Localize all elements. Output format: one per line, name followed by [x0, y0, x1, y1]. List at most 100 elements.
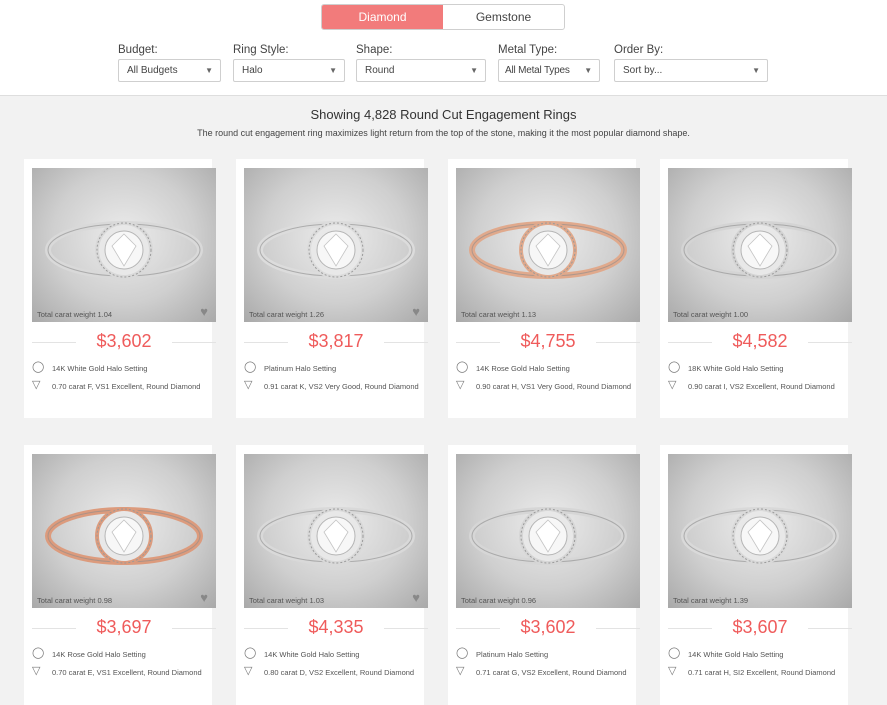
diamond-info: ▽ 0.91 carat K, VS2 Very Good, Round Dia…	[244, 379, 428, 393]
setting-info: ◯ 14K White Gold Halo Setting	[244, 647, 428, 661]
diamond-icon: ▽	[244, 379, 253, 391]
setting-info: ◯ Platinum Halo Setting	[456, 647, 640, 661]
diamond-icon: ▽	[456, 379, 465, 391]
price-row: $3,607	[668, 617, 852, 639]
favorite-heart-icon[interactable]: ♥	[412, 304, 420, 319]
carat-weight: Total carat weight 1.13	[461, 310, 537, 319]
diamond-icon: ▽	[32, 665, 41, 677]
product-card[interactable]: Total carat weight 0.98 ♥ $3,697 ◯ 14K R…	[24, 445, 216, 705]
diamond-info: ▽ 0.90 carat H, VS1 Very Good, Round Dia…	[456, 379, 640, 393]
ring-icon	[257, 507, 415, 565]
favorite-heart-icon[interactable]: ♥	[200, 590, 208, 605]
budget-value: All Budgets	[127, 65, 178, 76]
ring-image[interactable]: Total carat weight 1.03 ♥	[244, 454, 428, 608]
ring-setting-icon: ◯	[244, 647, 257, 659]
price-row: $3,697	[32, 617, 216, 639]
setting-info: ◯ 14K White Gold Halo Setting	[32, 361, 216, 375]
ring-style-filter: Ring Style: Halo ▼	[233, 44, 345, 82]
ring-style-select[interactable]: Halo ▼	[233, 59, 345, 82]
order-by-filter: Order By: Sort by... ▼	[614, 44, 768, 82]
setting-info: ◯ 14K Rose Gold Halo Setting	[456, 361, 640, 375]
divider	[384, 342, 428, 343]
budget-label: Budget:	[118, 44, 158, 56]
ring-setting-icon: ◯	[456, 361, 469, 373]
product-card[interactable]: Total carat weight 1.00 $4,582 ◯ 18K Whi…	[660, 159, 852, 418]
setting-text: 14K White Gold Halo Setting	[688, 650, 784, 659]
setting-text: 14K White Gold Halo Setting	[52, 364, 148, 373]
favorite-heart-icon[interactable]: ♥	[200, 304, 208, 319]
metal-type-filter: Metal Type: All Metal Types ▼	[498, 44, 600, 82]
ring-image[interactable]: Total carat weight 1.39	[668, 454, 852, 608]
carat-weight: Total carat weight 1.04	[37, 310, 113, 319]
diamond-info: ▽ 0.71 carat H, SI2 Excellent, Round Dia…	[668, 665, 852, 679]
carat-weight: Total carat weight 0.96	[461, 596, 537, 605]
ring-style-label: Ring Style:	[233, 44, 289, 56]
diamond-text: 0.90 carat I, VS2 Excellent, Round Diamo…	[688, 382, 835, 391]
carat-weight: Total carat weight 1.26	[249, 310, 325, 319]
diamond-text: 0.90 carat H, VS1 Very Good, Round Diamo…	[476, 382, 632, 391]
ring-image[interactable]: Total carat weight 1.00	[668, 168, 852, 322]
setting-text: 14K White Gold Halo Setting	[264, 650, 360, 659]
ring-icon	[45, 507, 203, 565]
setting-info: ◯ 14K White Gold Halo Setting	[668, 647, 852, 661]
divider	[172, 628, 216, 629]
product-card[interactable]: Total carat weight 1.26 ♥ $3,817 ◯ Plati…	[236, 159, 428, 418]
ring-icon	[257, 221, 415, 279]
ring-setting-icon: ◯	[32, 361, 45, 373]
diamond-info: ▽ 0.80 carat D, VS2 Excellent, Round Dia…	[244, 665, 428, 679]
order-by-value: Sort by...	[623, 65, 663, 76]
results-description: The round cut engagement ring maximizes …	[197, 128, 690, 138]
ring-image[interactable]: Total carat weight 0.98 ♥	[32, 454, 216, 608]
diamond-info: ▽ 0.70 carat E, VS1 Excellent, Round Dia…	[32, 665, 216, 679]
ring-icon	[469, 507, 627, 565]
setting-info: ◯ 18K White Gold Halo Setting	[668, 361, 852, 375]
price-row: $4,755	[456, 331, 640, 353]
ring-icon	[681, 221, 839, 279]
metal-type-select[interactable]: All Metal Types ▼	[498, 59, 600, 82]
product-card[interactable]: Total carat weight 1.13 $4,755 ◯ 14K Ros…	[448, 159, 640, 418]
setting-info: ◯ Platinum Halo Setting	[244, 361, 428, 375]
order-by-label: Order By:	[614, 44, 664, 56]
gemstone-tab[interactable]: Gemstone	[443, 5, 564, 29]
diamond-text: 0.71 carat H, SI2 Excellent, Round Diamo…	[688, 668, 836, 677]
divider	[596, 628, 640, 629]
metal-type-value: All Metal Types	[505, 65, 570, 76]
price-row: $3,602	[32, 331, 216, 353]
product-card[interactable]: Total carat weight 1.03 ♥ $4,335 ◯ 14K W…	[236, 445, 428, 705]
ring-icon	[681, 507, 839, 565]
shape-filter: Shape: Round ▼	[356, 44, 486, 82]
product-card[interactable]: Total carat weight 0.96 $3,602 ◯ Platinu…	[448, 445, 640, 705]
ring-style-value: Halo	[242, 65, 263, 76]
setting-text: 14K Rose Gold Halo Setting	[52, 650, 146, 659]
product-card[interactable]: Total carat weight 1.04 ♥ $3,602 ◯ 14K W…	[24, 159, 216, 418]
chevron-down-icon: ▼	[470, 66, 478, 75]
price-row: $4,335	[244, 617, 428, 639]
diamond-tab[interactable]: Diamond	[322, 5, 443, 29]
setting-info: ◯ 14K Rose Gold Halo Setting	[32, 647, 216, 661]
metal-type-label: Metal Type:	[498, 44, 558, 56]
diamond-info: ▽ 0.71 carat G, VS2 Excellent, Round Dia…	[456, 665, 640, 679]
budget-select[interactable]: All Budgets ▼	[118, 59, 221, 82]
shape-select[interactable]: Round ▼	[356, 59, 486, 82]
divider	[172, 342, 216, 343]
divider	[596, 342, 640, 343]
ring-image[interactable]: Total carat weight 0.96	[456, 454, 640, 608]
chevron-down-icon: ▼	[752, 66, 760, 75]
divider	[808, 628, 852, 629]
ring-image[interactable]: Total carat weight 1.13	[456, 168, 640, 322]
setting-text: Platinum Halo Setting	[264, 364, 337, 373]
ring-setting-icon: ◯	[32, 647, 45, 659]
ring-image[interactable]: Total carat weight 1.04 ♥	[32, 168, 216, 322]
setting-text: 18K White Gold Halo Setting	[688, 364, 784, 373]
carat-weight: Total carat weight 1.03	[249, 596, 325, 605]
order-by-select[interactable]: Sort by... ▼	[614, 59, 768, 82]
diamond-icon: ▽	[668, 665, 677, 677]
carat-weight: Total carat weight 1.39	[673, 596, 749, 605]
results-heading: Showing 4,828 Round Cut Engagement Rings	[310, 107, 577, 122]
product-card[interactable]: Total carat weight 1.39 $3,607 ◯ 14K Whi…	[660, 445, 852, 705]
setting-text: Platinum Halo Setting	[476, 650, 549, 659]
ring-icon	[469, 221, 627, 279]
favorite-heart-icon[interactable]: ♥	[412, 590, 420, 605]
chevron-down-icon: ▼	[329, 66, 337, 75]
ring-image[interactable]: Total carat weight 1.26 ♥	[244, 168, 428, 322]
